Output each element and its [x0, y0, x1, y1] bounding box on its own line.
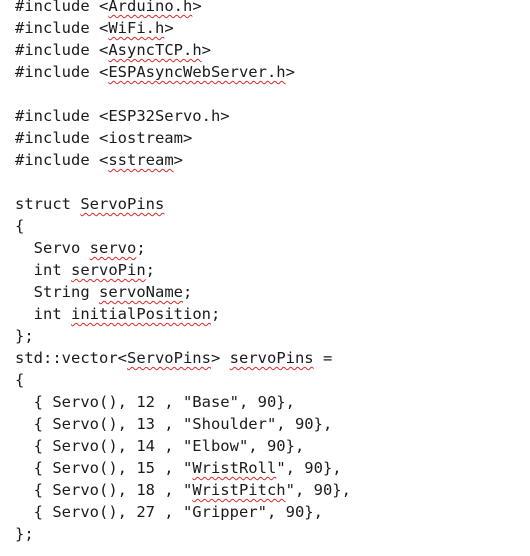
- misspelled-word: Arduino.h: [108, 0, 193, 15]
- code-text: ", 90},: [285, 481, 351, 499]
- code-line: Servo servo;: [15, 237, 525, 259]
- misspelled-word: sstream: [108, 151, 174, 169]
- code-text: {: [15, 217, 25, 235]
- code-editor[interactable]: #include <Arduino.h> #include <WiFi.h> #in…: [15, 0, 525, 545]
- code-text: #include <ESP32Servo.h>: [15, 107, 230, 125]
- code-line: { Servo(), 12 , "Base", 90},: [15, 391, 525, 413]
- misspelled-word: servoPin: [71, 261, 146, 279]
- misspelled-word: WristRoll: [192, 459, 277, 477]
- code-line: { Servo(), 14 , "Elbow", 90},: [15, 435, 525, 457]
- code-text: String: [15, 283, 99, 301]
- misspelled-word: WiFi.h: [108, 19, 165, 37]
- code-text: ;: [210, 305, 221, 323]
- misspelled-word: ServoPins: [80, 195, 165, 213]
- code-text: >: [173, 151, 183, 169]
- code-line: {: [15, 369, 525, 391]
- code-line: {: [15, 215, 525, 237]
- misspelled-word: servo: [89, 239, 137, 257]
- code-text: #include <: [15, 151, 109, 169]
- code-text: >: [210, 349, 230, 367]
- code-text: #include <iostream>: [15, 129, 193, 147]
- code-text: std::vector<: [15, 349, 127, 367]
- misspelled-word: servoName: [99, 283, 183, 301]
- code-line: #include <WiFi.h>: [15, 17, 525, 39]
- code-text: { Servo(), 18 , ": [15, 481, 193, 499]
- code-text: { Servo(), 15 , ": [15, 459, 193, 477]
- code-text: ;: [136, 239, 146, 257]
- code-text: >: [201, 41, 211, 59]
- code-text: #include <: [15, 0, 109, 15]
- code-text: { Servo(), 13 , "Shoulder", 90},: [15, 415, 333, 433]
- code-text: int: [15, 261, 71, 279]
- code-text: #include <: [15, 41, 109, 59]
- code-text: { Servo(), 12 , "Base", 90},: [15, 393, 295, 411]
- code-text: {: [15, 371, 25, 389]
- misspelled-word: initialPosition: [71, 305, 211, 323]
- code-text: >: [285, 63, 295, 81]
- code-text: struct: [15, 195, 81, 213]
- code-line: { Servo(), 15 , "WristRoll", 90},: [15, 457, 525, 479]
- code-line: struct ServoPins: [15, 193, 525, 215]
- code-text: >: [192, 0, 202, 15]
- code-text: #include <: [15, 63, 109, 81]
- code-line: { Servo(), 13 , "Shoulder", 90},: [15, 413, 525, 435]
- code-text: };: [15, 525, 34, 543]
- code-text: ;: [145, 261, 155, 279]
- code-line: };: [15, 325, 525, 347]
- code-text: Servo: [15, 239, 90, 257]
- code-text: =: [313, 349, 333, 367]
- misspelled-word: servoPins: [229, 349, 314, 367]
- code-text: int: [15, 305, 71, 323]
- misspelled-word: ServoPins: [126, 349, 211, 367]
- code-line: int servoPin;: [15, 259, 525, 281]
- code-text: { Servo(), 27 , "Gripper", 90},: [15, 503, 323, 521]
- code-line: int initialPosition;: [15, 303, 525, 325]
- code-line: #include <Arduino.h>: [15, 0, 525, 17]
- code-line: { Servo(), 27 , "Gripper", 90},: [15, 501, 525, 523]
- code-text: };: [15, 327, 34, 345]
- code-text: { Servo(), 14 , "Elbow", 90},: [15, 437, 305, 455]
- code-line: #include <ESPAsyncWebServer.h>: [15, 61, 525, 83]
- code-line: };: [15, 523, 525, 545]
- misspelled-word: AsyncTCP.h: [108, 41, 202, 59]
- code-line: #include <iostream>: [15, 127, 525, 149]
- code-line: std::vector<ServoPins> servoPins =: [15, 347, 525, 369]
- code-line: { Servo(), 18 , "WristPitch", 90},: [15, 479, 525, 501]
- code-text: >: [164, 19, 174, 37]
- code-text: ", 90},: [276, 459, 342, 477]
- code-line: String servoName;: [15, 281, 525, 303]
- code-text: ;: [183, 283, 193, 301]
- misspelled-word: WristPitch: [192, 481, 286, 499]
- code-line: #include <sstream>: [15, 149, 525, 171]
- code-line: #include <ESP32Servo.h>: [15, 105, 525, 127]
- code-line: #include <AsyncTCP.h>: [15, 39, 525, 61]
- code-text: #include <: [15, 19, 109, 37]
- misspelled-word: ESPAsyncWebServer.h: [108, 63, 286, 81]
